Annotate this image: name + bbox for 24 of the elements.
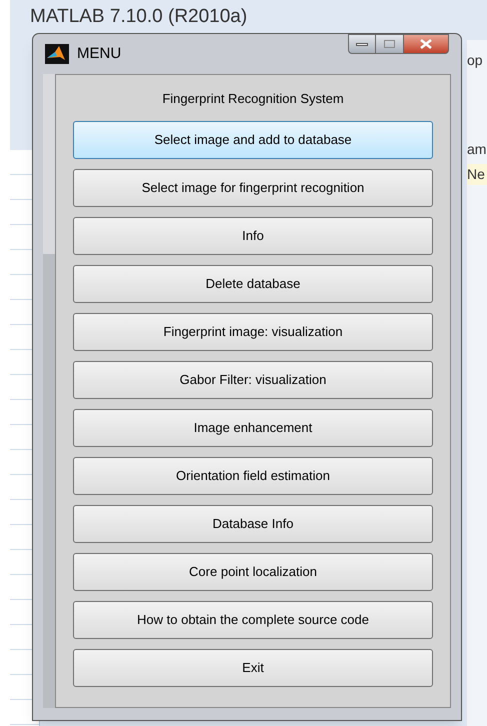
window-title: MATLAB 7.10.0 (R2010a) (30, 6, 248, 28)
menu-button[interactable]: Core point localization (73, 552, 433, 590)
menu-button[interactable]: Image enhancement (73, 408, 433, 446)
menu-button[interactable]: How to obtain the complete source code (73, 600, 433, 638)
menu-button[interactable]: Select image and add to database (73, 120, 433, 158)
close-button[interactable] (403, 34, 449, 54)
column-header: am (467, 140, 487, 159)
menu-button[interactable]: Exit (73, 648, 433, 686)
menu-button[interactable]: Info (73, 216, 433, 254)
window-title: MENU (77, 44, 122, 64)
menu-button[interactable]: Fingerprint image: visualization (73, 312, 433, 350)
minimize-button[interactable] (348, 34, 376, 54)
menu-button[interactable]: Delete database (73, 264, 433, 302)
menu-button[interactable]: Gabor Filter: visualization (73, 360, 433, 398)
scrollbar-thumb[interactable] (43, 74, 55, 254)
toolbar-label: op (467, 51, 484, 70)
matlab-logo-icon (45, 44, 69, 64)
maximize-button[interactable] (376, 34, 403, 54)
menu-button[interactable]: Select image for fingerprint recognition (73, 168, 433, 206)
list-item: Ne (467, 164, 487, 185)
menu-button[interactable]: Database Info (73, 504, 433, 542)
panel-heading: Fingerprint Recognition System (162, 90, 344, 108)
close-icon (420, 39, 432, 49)
menu-button[interactable]: Orientation field estimation (73, 456, 433, 494)
